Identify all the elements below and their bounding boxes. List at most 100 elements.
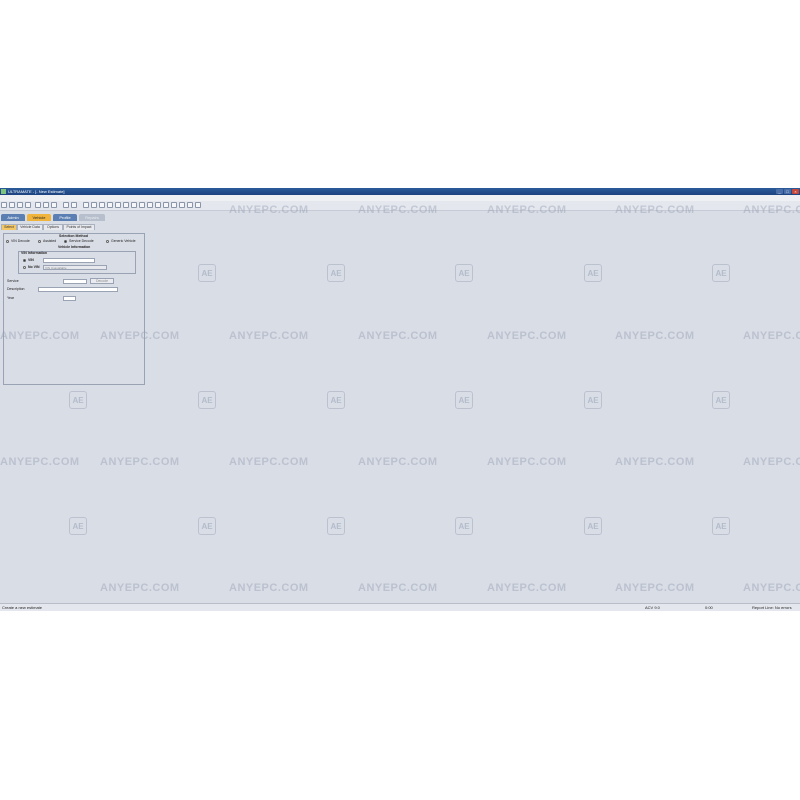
watermark-text: ANYEPC.COM [358, 330, 438, 342]
status-report: Report Line: No errors [752, 605, 792, 610]
watermark-logo-icon: AE [198, 517, 216, 535]
radio-vin-decode[interactable] [6, 240, 9, 243]
tab-profile[interactable]: Profile [53, 214, 77, 221]
help-icon[interactable] [171, 202, 177, 208]
watermark-logo-icon: AE [584, 264, 602, 282]
watermark-logo-icon: AE [584, 517, 602, 535]
watermark-text: ANYEPC.COM [743, 330, 800, 342]
toolbar [0, 201, 800, 211]
watermark-text: ANYEPC.COM [229, 330, 309, 342]
year-input[interactable] [63, 296, 76, 301]
watermark-text: ANYEPC.COM [229, 582, 309, 594]
watermark-text: ANYEPC.COM [743, 582, 800, 594]
label-generic-vehicle: Generic Vehicle [111, 239, 136, 243]
watermark-text: ANYEPC.COM [358, 582, 438, 594]
status-version: ACV 9.0 [645, 605, 660, 610]
title-bar: ULTRAMATE - [- New Estimate] _ □ × [0, 188, 800, 195]
window-title: ULTRAMATE - [- New Estimate] [8, 189, 65, 194]
service-label: Service [7, 279, 19, 283]
copy-icon[interactable] [43, 202, 49, 208]
radio-no-vin[interactable] [23, 266, 26, 269]
minimize-button[interactable]: _ [776, 189, 783, 194]
report-icon[interactable] [123, 202, 129, 208]
description-input[interactable] [38, 287, 118, 292]
radio-generic-vehicle[interactable] [106, 240, 109, 243]
cut-icon[interactable] [35, 202, 41, 208]
vin-info-group: VIN Information VIN No VIN VIN Unavailab… [18, 251, 136, 274]
radio-vin[interactable] [23, 259, 26, 262]
subtab-vehicle-data[interactable]: Vehicle Data [17, 224, 43, 230]
lock-icon[interactable] [163, 202, 169, 208]
folder-icon[interactable] [139, 202, 145, 208]
grid-icon[interactable] [91, 202, 97, 208]
radio-assisted[interactable] [38, 240, 41, 243]
mail-icon[interactable] [147, 202, 153, 208]
undo-icon[interactable] [63, 202, 69, 208]
watermark-text: ANYEPC.COM [100, 582, 180, 594]
image-icon[interactable] [131, 202, 137, 208]
watermark-logo-icon: AE [198, 391, 216, 409]
watermark-logo-icon: AE [69, 517, 87, 535]
print-icon[interactable] [25, 202, 31, 208]
description-label: Description [7, 287, 25, 291]
watermark-logo-icon: AE [327, 517, 345, 535]
watermark-logo-icon: AE [455, 517, 473, 535]
watermark-logo-icon: AE [198, 264, 216, 282]
watermark-text: ANYEPC.COM [229, 456, 309, 468]
chart-icon[interactable] [115, 202, 121, 208]
label-vin: VIN [28, 258, 34, 262]
table-icon[interactable] [99, 202, 105, 208]
label-service-decode: Service Decode [69, 239, 94, 243]
service-input[interactable] [63, 279, 87, 284]
tools-icon[interactable] [187, 202, 193, 208]
no-vin-select[interactable]: VIN Unavailable [43, 265, 107, 270]
watermark-text: ANYEPC.COM [487, 330, 567, 342]
app-window: ULTRAMATE - [- New Estimate] _ □ × File … [0, 188, 800, 611]
label-no-vin: No VIN [28, 265, 40, 269]
vehicle-select-panel: Selection Method VIN Decode Assisted Ser… [3, 233, 145, 385]
save-icon[interactable] [17, 202, 23, 208]
watermark-text: ANYEPC.COM [743, 456, 800, 468]
watermark-text: ANYEPC.COM [358, 456, 438, 468]
watermark-text: ANYEPC.COM [100, 456, 180, 468]
subtab-points-of-impact[interactable]: Points of Impact [63, 224, 95, 230]
tab-vehicle[interactable]: Vehicle [27, 214, 51, 221]
transfer-icon[interactable] [155, 202, 161, 208]
watermark-logo-icon: AE [584, 391, 602, 409]
watermark-text: ANYEPC.COM [615, 330, 695, 342]
info-icon[interactable] [179, 202, 185, 208]
vehicle-info-title: Vehicle Information [58, 245, 91, 249]
vin-input[interactable] [43, 258, 95, 263]
redo-icon[interactable] [71, 202, 77, 208]
watermark-text: ANYEPC.COM [0, 456, 80, 468]
list-icon[interactable] [83, 202, 89, 208]
watermark-logo-icon: AE [712, 264, 730, 282]
watermark-logo-icon: AE [69, 391, 87, 409]
watermark-logo-icon: AE [327, 264, 345, 282]
paste-icon[interactable] [51, 202, 57, 208]
watermark-text: ANYEPC.COM [487, 456, 567, 468]
tab-repairs: Repairs [79, 214, 105, 221]
spell-icon[interactable] [195, 202, 201, 208]
close-button[interactable]: × [792, 189, 799, 194]
subtab-select[interactable]: Select [1, 224, 17, 230]
label-assisted: Assisted [43, 239, 57, 243]
status-time: 0:00 [705, 605, 713, 610]
watermark-logo-icon: AE [455, 391, 473, 409]
subtab-options[interactable]: Options [43, 224, 63, 230]
open-icon[interactable] [9, 202, 15, 208]
decode-button[interactable]: Decode [90, 278, 114, 284]
watermark-text: ANYEPC.COM [615, 582, 695, 594]
watermark-text: ANYEPC.COM [487, 582, 567, 594]
tab-admin[interactable]: Admin [1, 214, 25, 221]
watermark-logo-icon: AE [712, 391, 730, 409]
new-icon[interactable] [1, 202, 7, 208]
radio-service-decode[interactable] [64, 240, 67, 243]
watermark-logo-icon: AE [327, 391, 345, 409]
maximize-button[interactable]: □ [784, 189, 791, 194]
vin-info-title: VIN Information [21, 251, 48, 255]
selection-method-title: Selection Method [59, 234, 88, 238]
status-message: Create a new estimate [2, 605, 43, 610]
app-logo-icon [1, 189, 6, 194]
calc-icon[interactable] [107, 202, 113, 208]
